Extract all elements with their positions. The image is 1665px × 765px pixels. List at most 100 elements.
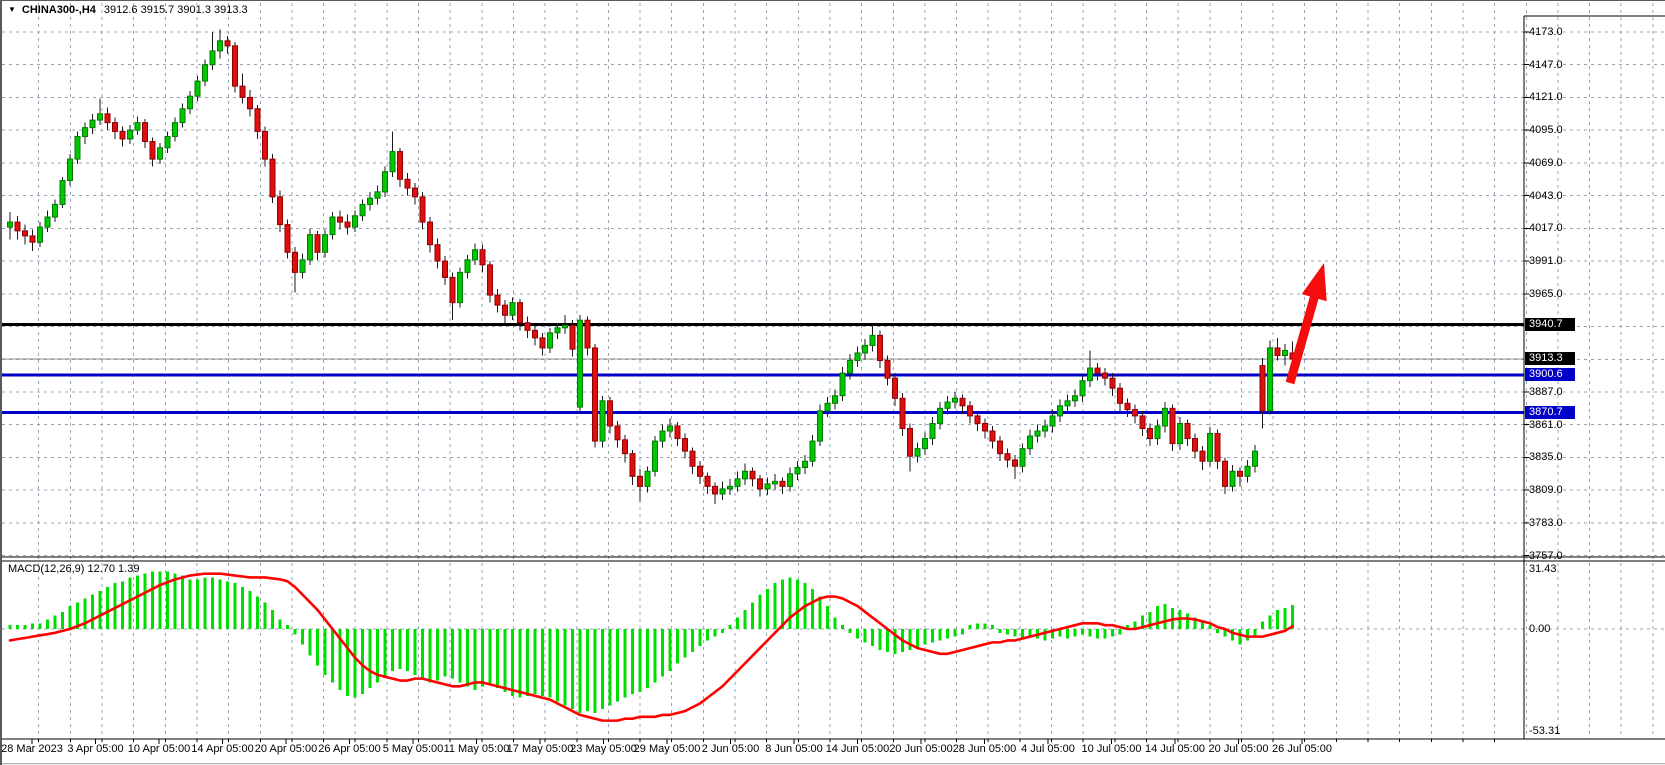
candle-bearish — [120, 131, 125, 139]
macd-signal-line — [10, 574, 1293, 721]
candle-bullish — [818, 411, 823, 441]
candle-bullish — [923, 439, 928, 449]
candle-bullish — [1268, 348, 1273, 411]
candle-bullish — [203, 65, 208, 81]
candle-bearish — [780, 481, 785, 486]
macd-indicator-label: MACD(12,26,9) 12.70 1.39 — [8, 563, 139, 575]
candle-bullish — [1028, 436, 1033, 449]
candle-bullish — [1050, 416, 1055, 426]
candle-bullish — [53, 204, 58, 217]
candle-bullish — [1035, 431, 1040, 436]
candle-bullish — [863, 345, 868, 353]
candle-bearish — [435, 245, 440, 261]
candle-bearish — [968, 406, 973, 416]
candle-bearish — [293, 252, 298, 272]
ohlc-quotes-label: 3912.6 3915.7 3901.3 3913.3 — [104, 4, 248, 16]
candle-bearish — [428, 222, 433, 245]
candle-bearish — [1185, 423, 1190, 438]
candle-bearish — [1140, 416, 1145, 429]
candle-bullish — [1253, 451, 1258, 466]
candle-bearish — [1215, 434, 1220, 462]
candle-bullish — [158, 148, 163, 159]
candle-bearish — [623, 440, 628, 454]
candle-bearish — [878, 335, 883, 360]
price-axis-label: 3991.0 — [1529, 255, 1563, 267]
candle-bearish — [15, 222, 20, 231]
price-axis-label: 4017.0 — [1529, 222, 1563, 234]
candle-bearish — [405, 179, 410, 188]
candle-bearish — [990, 431, 995, 441]
candle-bearish — [1133, 410, 1138, 416]
candle-bullish — [375, 192, 380, 198]
price-axis-label: 4121.0 — [1529, 91, 1563, 103]
candle-bullish — [728, 486, 733, 489]
candle-bullish — [735, 479, 740, 487]
price-axis-label: 3965.0 — [1529, 288, 1563, 300]
candle-bullish — [578, 320, 583, 407]
candle-bearish — [615, 426, 620, 440]
candle-bearish — [495, 295, 500, 305]
candle-bearish — [885, 361, 890, 379]
candle-bullish — [1230, 471, 1235, 486]
price-badge-3870.7: 3870.7 — [1525, 406, 1575, 419]
candle-bullish — [555, 328, 560, 333]
candle-bullish — [563, 325, 568, 328]
candle-bearish — [518, 303, 523, 323]
candle-bullish — [60, 181, 65, 205]
candle-bearish — [480, 250, 485, 265]
candle-bullish — [308, 235, 313, 260]
candle-bullish — [548, 333, 553, 348]
candle-bullish — [743, 471, 748, 479]
symbol-dropdown-icon[interactable]: ▼ — [8, 5, 16, 14]
candle-bearish — [713, 486, 718, 494]
candle-bullish — [1245, 466, 1250, 476]
candle-bearish — [1125, 403, 1130, 409]
chart-canvas[interactable] — [2, 1, 1665, 765]
candle-bullish — [1043, 426, 1048, 431]
candle-bullish — [383, 172, 388, 192]
candle-bearish — [1238, 471, 1243, 476]
candle-bullish — [773, 481, 778, 484]
candle-bearish — [143, 123, 148, 142]
candle-bullish — [8, 222, 13, 227]
candle-bullish — [1283, 350, 1288, 355]
candle-bullish — [938, 408, 943, 423]
candle-bullish — [68, 159, 73, 180]
candle-bearish — [1005, 454, 1010, 460]
candle-bullish — [165, 136, 170, 147]
candle-bearish — [338, 217, 343, 222]
candle-bullish — [840, 373, 845, 396]
candle-bullish — [765, 484, 770, 489]
candle-bearish — [570, 325, 575, 349]
candle-bullish — [38, 227, 43, 242]
candle-bullish — [1080, 381, 1085, 396]
candle-bullish — [833, 396, 838, 404]
price-axis-label: 3809.0 — [1529, 484, 1563, 496]
price-axis-label: 3783.0 — [1529, 517, 1563, 529]
candle-bearish — [263, 131, 268, 159]
candle-bullish — [1065, 401, 1070, 406]
candle-bearish — [240, 86, 245, 97]
candle-bullish — [173, 123, 178, 137]
candle-bullish — [128, 130, 133, 139]
candle-bullish — [600, 401, 605, 441]
candle-bearish — [30, 236, 35, 242]
price-badge-3940.7: 3940.7 — [1525, 318, 1575, 331]
candle-bearish — [908, 428, 913, 456]
candle-bearish — [285, 225, 290, 253]
candle-bullish — [668, 426, 673, 431]
candle-bullish — [1058, 406, 1063, 416]
macd-axis-label: 31.43 — [1529, 563, 1557, 575]
candle-bullish — [1208, 434, 1213, 462]
price-axis-label: 4095.0 — [1529, 124, 1563, 136]
candle-bearish — [1200, 451, 1205, 461]
candle-bullish — [1020, 449, 1025, 467]
candle-bearish — [630, 454, 635, 477]
trading-chart-window: ▼CHINA300-,H43912.6 3915.7 3901.3 3913.3… — [0, 0, 1665, 765]
candle-bearish — [420, 197, 425, 222]
candle-bearish — [1223, 461, 1228, 486]
candle-bearish — [638, 476, 643, 486]
candle-bullish — [90, 120, 95, 128]
candle-bearish — [533, 330, 538, 338]
candle-bearish — [270, 159, 275, 197]
